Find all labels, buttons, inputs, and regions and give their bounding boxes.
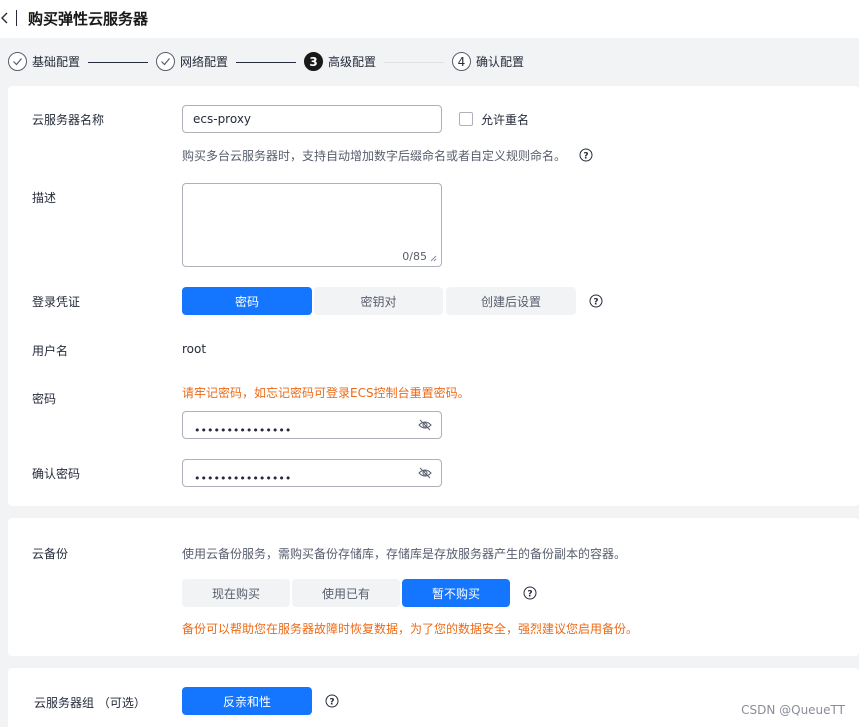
- server-group-label: 云服务器组 （可选）: [34, 696, 146, 710]
- page-title: 购买弹性云服务器: [28, 10, 149, 28]
- password-mask: •••••••••••••••: [194, 424, 292, 437]
- svg-text:?: ?: [583, 152, 588, 162]
- step-network-config[interactable]: 网络配置: [156, 52, 228, 71]
- char-counter: 0/85: [402, 250, 427, 263]
- svg-text:?: ?: [527, 590, 532, 600]
- step-label: 网络配置: [180, 55, 229, 69]
- allow-duplicate-label: 允许重名: [481, 113, 530, 127]
- password-warning: 请牢记密码，如忘记密码可登录ECS控制台重置密码。: [182, 386, 470, 400]
- cloud-backup-hint: 使用云备份服务，需购买备份存储库，存储库是存放服务器产生的备份副本的容器。: [182, 547, 627, 561]
- help-icon[interactable]: ?: [523, 586, 537, 600]
- server-group-card: 云服务器组 （可选） 反亲和性 ?: [8, 668, 859, 727]
- step-done-circle: [8, 52, 27, 71]
- login-option-password[interactable]: 密码: [182, 287, 312, 315]
- resize-handle-icon[interactable]: [429, 254, 437, 262]
- back-arrow-icon[interactable]: [0, 11, 10, 25]
- login-credential-label: 登录凭证: [32, 295, 81, 309]
- username-value: root: [182, 342, 207, 356]
- page-header: 购买弹性云服务器: [0, 0, 859, 38]
- eye-hidden-icon[interactable]: [418, 467, 432, 479]
- server-name-label: 云服务器名称: [32, 113, 105, 127]
- step-progress: 基础配置 网络配置 3 高级配置 4 确认配置: [0, 46, 859, 80]
- check-icon: [161, 58, 170, 66]
- cloud-backup-label: 云备份: [32, 547, 69, 561]
- step-connector: [88, 62, 148, 63]
- allow-duplicate-checkbox[interactable]: [459, 112, 473, 126]
- description-label: 描述: [32, 191, 57, 205]
- username-label: 用户名: [32, 344, 69, 358]
- password-input[interactable]: •••••••••••••••: [182, 411, 442, 439]
- step-confirm-config[interactable]: 4 确认配置: [452, 52, 524, 71]
- login-option-set-later[interactable]: 创建后设置: [446, 287, 576, 315]
- step-active-circle: 3: [304, 52, 323, 71]
- backup-warning: 备份可以帮助您在服务器故障时恢复数据，为了您的数据安全，强烈建议您启用备份。: [182, 622, 639, 636]
- confirm-password-input[interactable]: •••••••••••••••: [182, 459, 442, 487]
- backup-option-skip[interactable]: 暂不购买: [402, 579, 510, 607]
- step-label: 高级配置: [328, 55, 377, 69]
- step-label: 基础配置: [32, 55, 81, 69]
- step-advanced-config[interactable]: 3 高级配置: [304, 52, 376, 71]
- svg-text:?: ?: [329, 698, 334, 708]
- anti-affinity-button[interactable]: 反亲和性: [182, 687, 312, 715]
- server-name-hint: 购买多台云服务器时，支持自动增加数字后缀命名或者自定义规则命名。: [182, 149, 567, 163]
- header-divider: [16, 10, 17, 26]
- cloud-backup-card: 云备份 使用云备份服务，需购买备份存储库，存储库是存放服务器产生的备份副本的容器…: [8, 518, 859, 656]
- help-icon[interactable]: ?: [579, 148, 593, 162]
- help-icon[interactable]: ?: [325, 694, 339, 708]
- backup-option-buy-now[interactable]: 现在购买: [182, 579, 290, 607]
- confirm-password-label: 确认密码: [32, 467, 81, 481]
- check-icon: [13, 58, 22, 66]
- description-textarea[interactable]: 0/85: [182, 183, 442, 267]
- svg-text:?: ?: [593, 298, 598, 308]
- server-name-input[interactable]: ecs-proxy: [182, 105, 442, 133]
- step-basic-config[interactable]: 基础配置: [8, 52, 80, 71]
- advanced-settings-card: 云服务器名称 ecs-proxy 允许重名 购买多台云服务器时，支持自动增加数字…: [8, 86, 859, 506]
- step-connector: [236, 62, 296, 63]
- step-pending-circle: 4: [452, 52, 471, 71]
- password-mask: •••••••••••••••: [194, 472, 292, 485]
- password-label: 密码: [32, 392, 57, 406]
- step-connector: [384, 62, 444, 63]
- step-done-circle: [156, 52, 175, 71]
- help-icon[interactable]: ?: [589, 294, 603, 308]
- step-label: 确认配置: [476, 55, 525, 69]
- login-option-keypair[interactable]: 密钥对: [314, 287, 443, 315]
- backup-option-use-existing[interactable]: 使用已有: [292, 579, 400, 607]
- watermark: CSDN @QueueTT: [741, 703, 845, 717]
- eye-hidden-icon[interactable]: [418, 419, 432, 431]
